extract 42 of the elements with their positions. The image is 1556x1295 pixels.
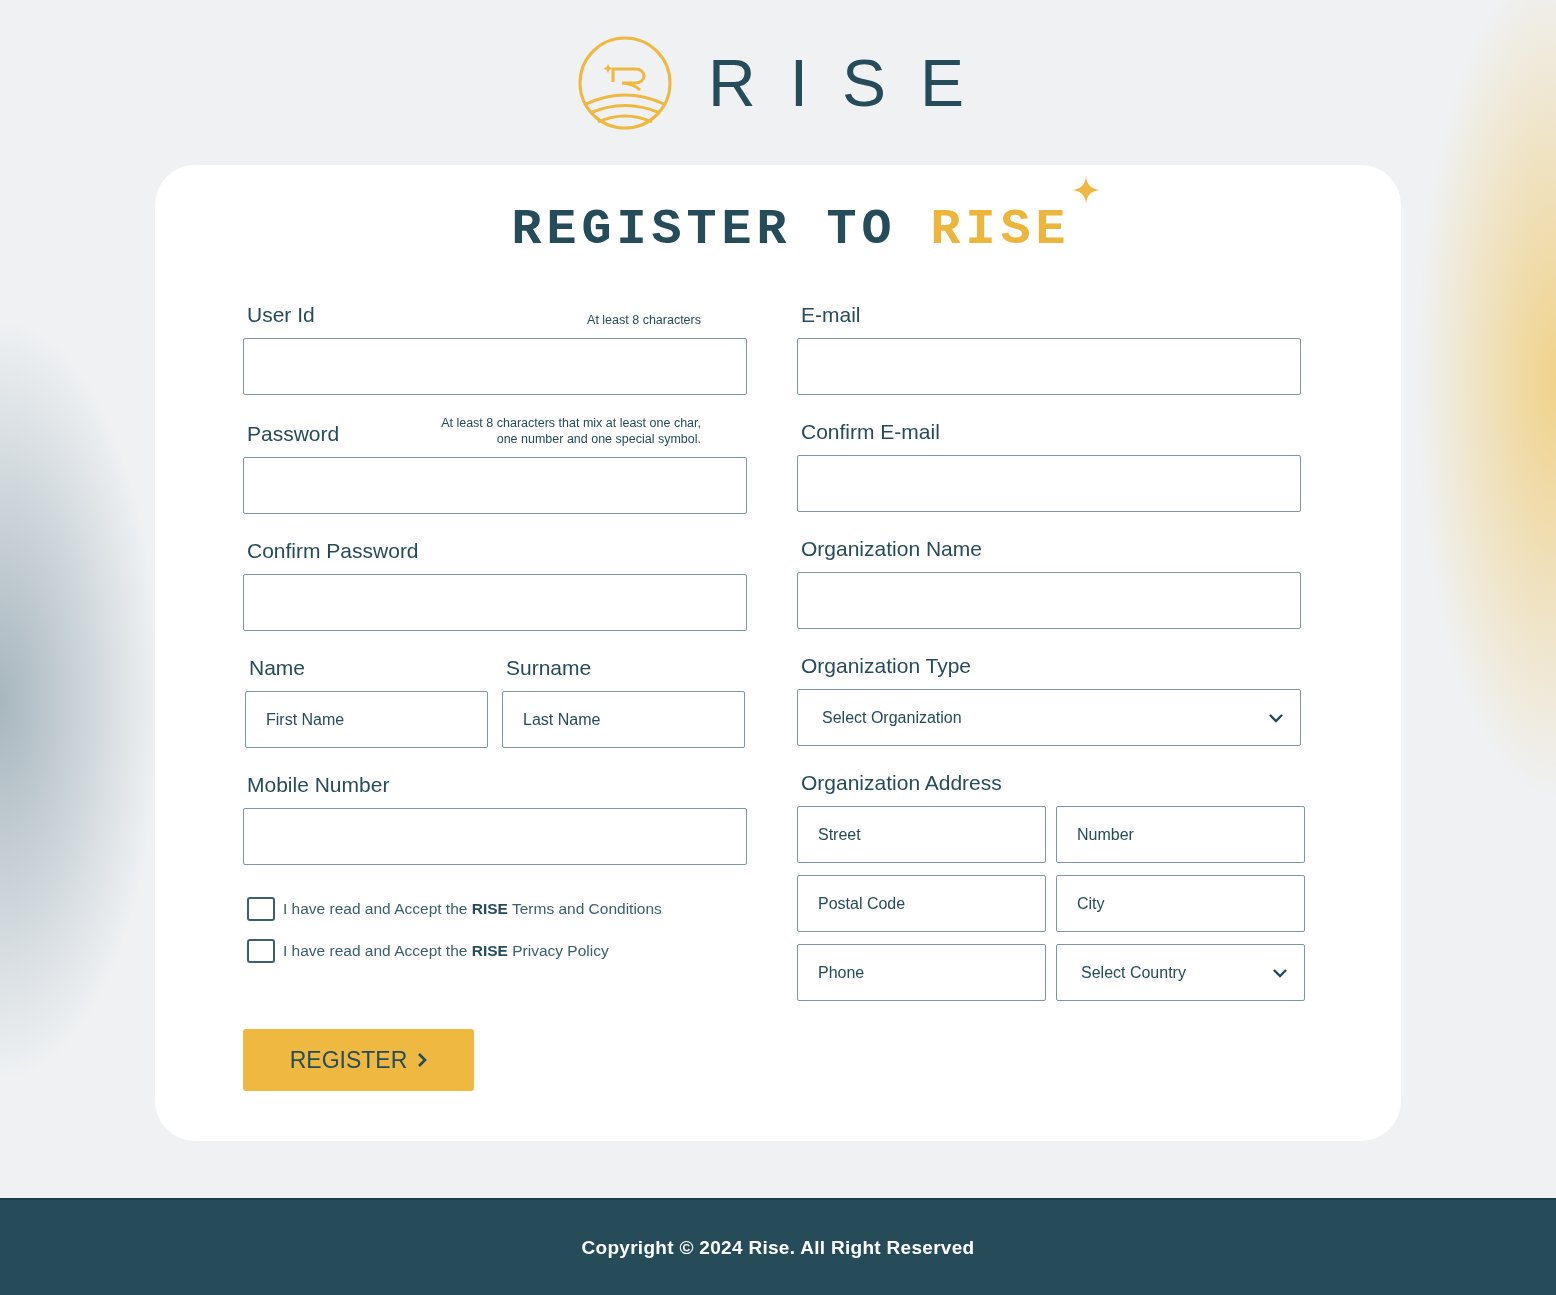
chevron-right-icon	[417, 1052, 428, 1068]
field-label: User Id	[246, 302, 315, 328]
agreement-text: I have read and Accept the RISE Privacy Policy	[283, 942, 609, 960]
field-hint: At least 8 characters	[587, 312, 701, 328]
field-label: Organization Address	[800, 770, 1002, 796]
field-label: Name	[248, 655, 306, 681]
input-field[interactable]: Number	[1056, 806, 1305, 863]
field-label: Confirm E-mail	[800, 419, 940, 445]
field-label: E-mail	[800, 302, 861, 328]
checkbox[interactable]	[247, 939, 275, 963]
field-label: Organization Type	[800, 653, 972, 679]
input-field[interactable]: First Name	[245, 691, 488, 748]
field-label: Surname	[505, 655, 592, 681]
logo-wordmark: RISE	[707, 49, 998, 116]
input-field[interactable]	[797, 572, 1301, 629]
select-field[interactable]: Select Country	[1056, 944, 1305, 1001]
input-field[interactable]	[243, 457, 747, 514]
field-label: Mobile Number	[246, 772, 390, 798]
title-accent-text: RISE	[930, 201, 1071, 258]
input-field[interactable]: Last Name	[502, 691, 745, 748]
chevron-down-icon	[1268, 712, 1284, 723]
input-field[interactable]	[797, 338, 1301, 395]
input-field[interactable]: Street	[797, 806, 1046, 863]
title-text: REGISTER TO	[511, 201, 897, 258]
input-field[interactable]: Postal Code	[797, 875, 1046, 932]
input-field[interactable]: City	[1056, 875, 1305, 932]
copyright-text: Copyright © 2024 Rise. All Right Reserved	[581, 1236, 975, 1259]
input-field[interactable]: Phone	[797, 944, 1046, 1001]
field-label: Organization Name	[800, 536, 982, 562]
input-field[interactable]	[243, 574, 747, 631]
field-label: Password	[246, 421, 340, 447]
chevron-down-icon	[1272, 967, 1288, 978]
input-field[interactable]	[797, 455, 1301, 512]
register-button[interactable]: REGISTER	[243, 1029, 474, 1091]
field-hint: At least 8 characters that mix at least one char, one number and one special symbol.	[441, 415, 701, 447]
input-field[interactable]	[243, 338, 747, 395]
input-field[interactable]	[243, 808, 747, 865]
field-label: Confirm Password	[246, 538, 419, 564]
checkbox[interactable]	[247, 897, 275, 921]
agreement-text: I have read and Accept the RISE Terms and Conditions	[283, 900, 662, 918]
logo-icon	[577, 35, 672, 130]
select-field[interactable]: Select Organization	[797, 689, 1301, 746]
